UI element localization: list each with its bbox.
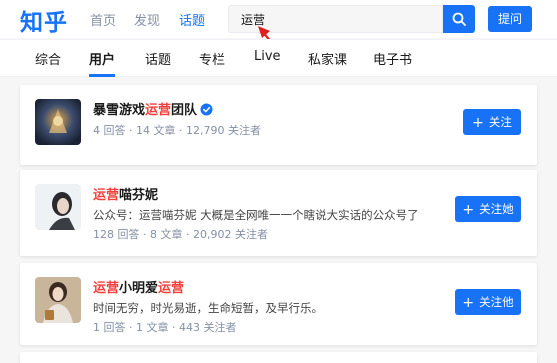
user-stats: 1 回答 · 1 文章 · 443 关注者 <box>93 321 237 334</box>
user-stats: 4 回答 · 14 文章 · 12,790 关注者 <box>93 124 261 137</box>
avatar[interactable] <box>35 277 81 323</box>
user-result-card: 运营喵芬妮 公众号：运营喵芬妮 大概是全网唯一一个瞎说大实话的公众号了 128 … <box>20 170 537 256</box>
tab-users[interactable]: 用户 <box>89 49 115 68</box>
tab-all[interactable]: 综合 <box>35 49 61 68</box>
user-description: 时间无穷，时光易逝，生命短暂，及早行乐。 <box>93 301 323 315</box>
user-result-card: 运营小明爱运营 时间无穷，时光易逝，生命短暂，及早行乐。 1 回答 · 1 文章… <box>20 263 537 345</box>
active-tab-indicator <box>89 74 115 77</box>
follow-button[interactable]: + 关注他 <box>455 289 521 315</box>
verified-badge-icon <box>200 103 213 116</box>
user-result-card <box>20 352 537 363</box>
user-result-card: 暴雪游戏运营团队 4 回答 · 14 文章 · 12,790 关注者 + 关注 <box>20 85 537 165</box>
tab-private-course[interactable]: 私家课 <box>308 49 347 68</box>
user-name[interactable]: 暴雪游戏运营团队 <box>93 99 213 118</box>
tab-live[interactable]: Live <box>254 49 281 64</box>
follow-button[interactable]: + 关注她 <box>455 196 521 222</box>
tab-columns[interactable]: 专栏 <box>199 49 225 68</box>
avatar[interactable] <box>35 184 81 230</box>
plus-icon: + <box>462 295 475 311</box>
user-description: 公众号：运营喵芬妮 大概是全网唯一一个瞎说大实话的公众号了 <box>93 208 419 222</box>
tab-topics[interactable]: 话题 <box>145 49 171 68</box>
search-result-tabs: 综合 用户 话题 专栏 Live 私家课 电子书 <box>0 39 557 77</box>
tab-ebook[interactable]: 电子书 <box>373 49 412 68</box>
follow-button[interactable]: + 关注 <box>463 109 521 135</box>
user-stats: 128 回答 · 8 文章 · 20,902 关注者 <box>93 228 268 241</box>
user-name[interactable]: 运营喵芬妮 <box>93 184 158 203</box>
avatar[interactable] <box>35 99 81 145</box>
user-name[interactable]: 运营小明爱运营 <box>93 277 184 296</box>
plus-icon: + <box>462 202 475 218</box>
plus-icon: + <box>472 115 484 131</box>
